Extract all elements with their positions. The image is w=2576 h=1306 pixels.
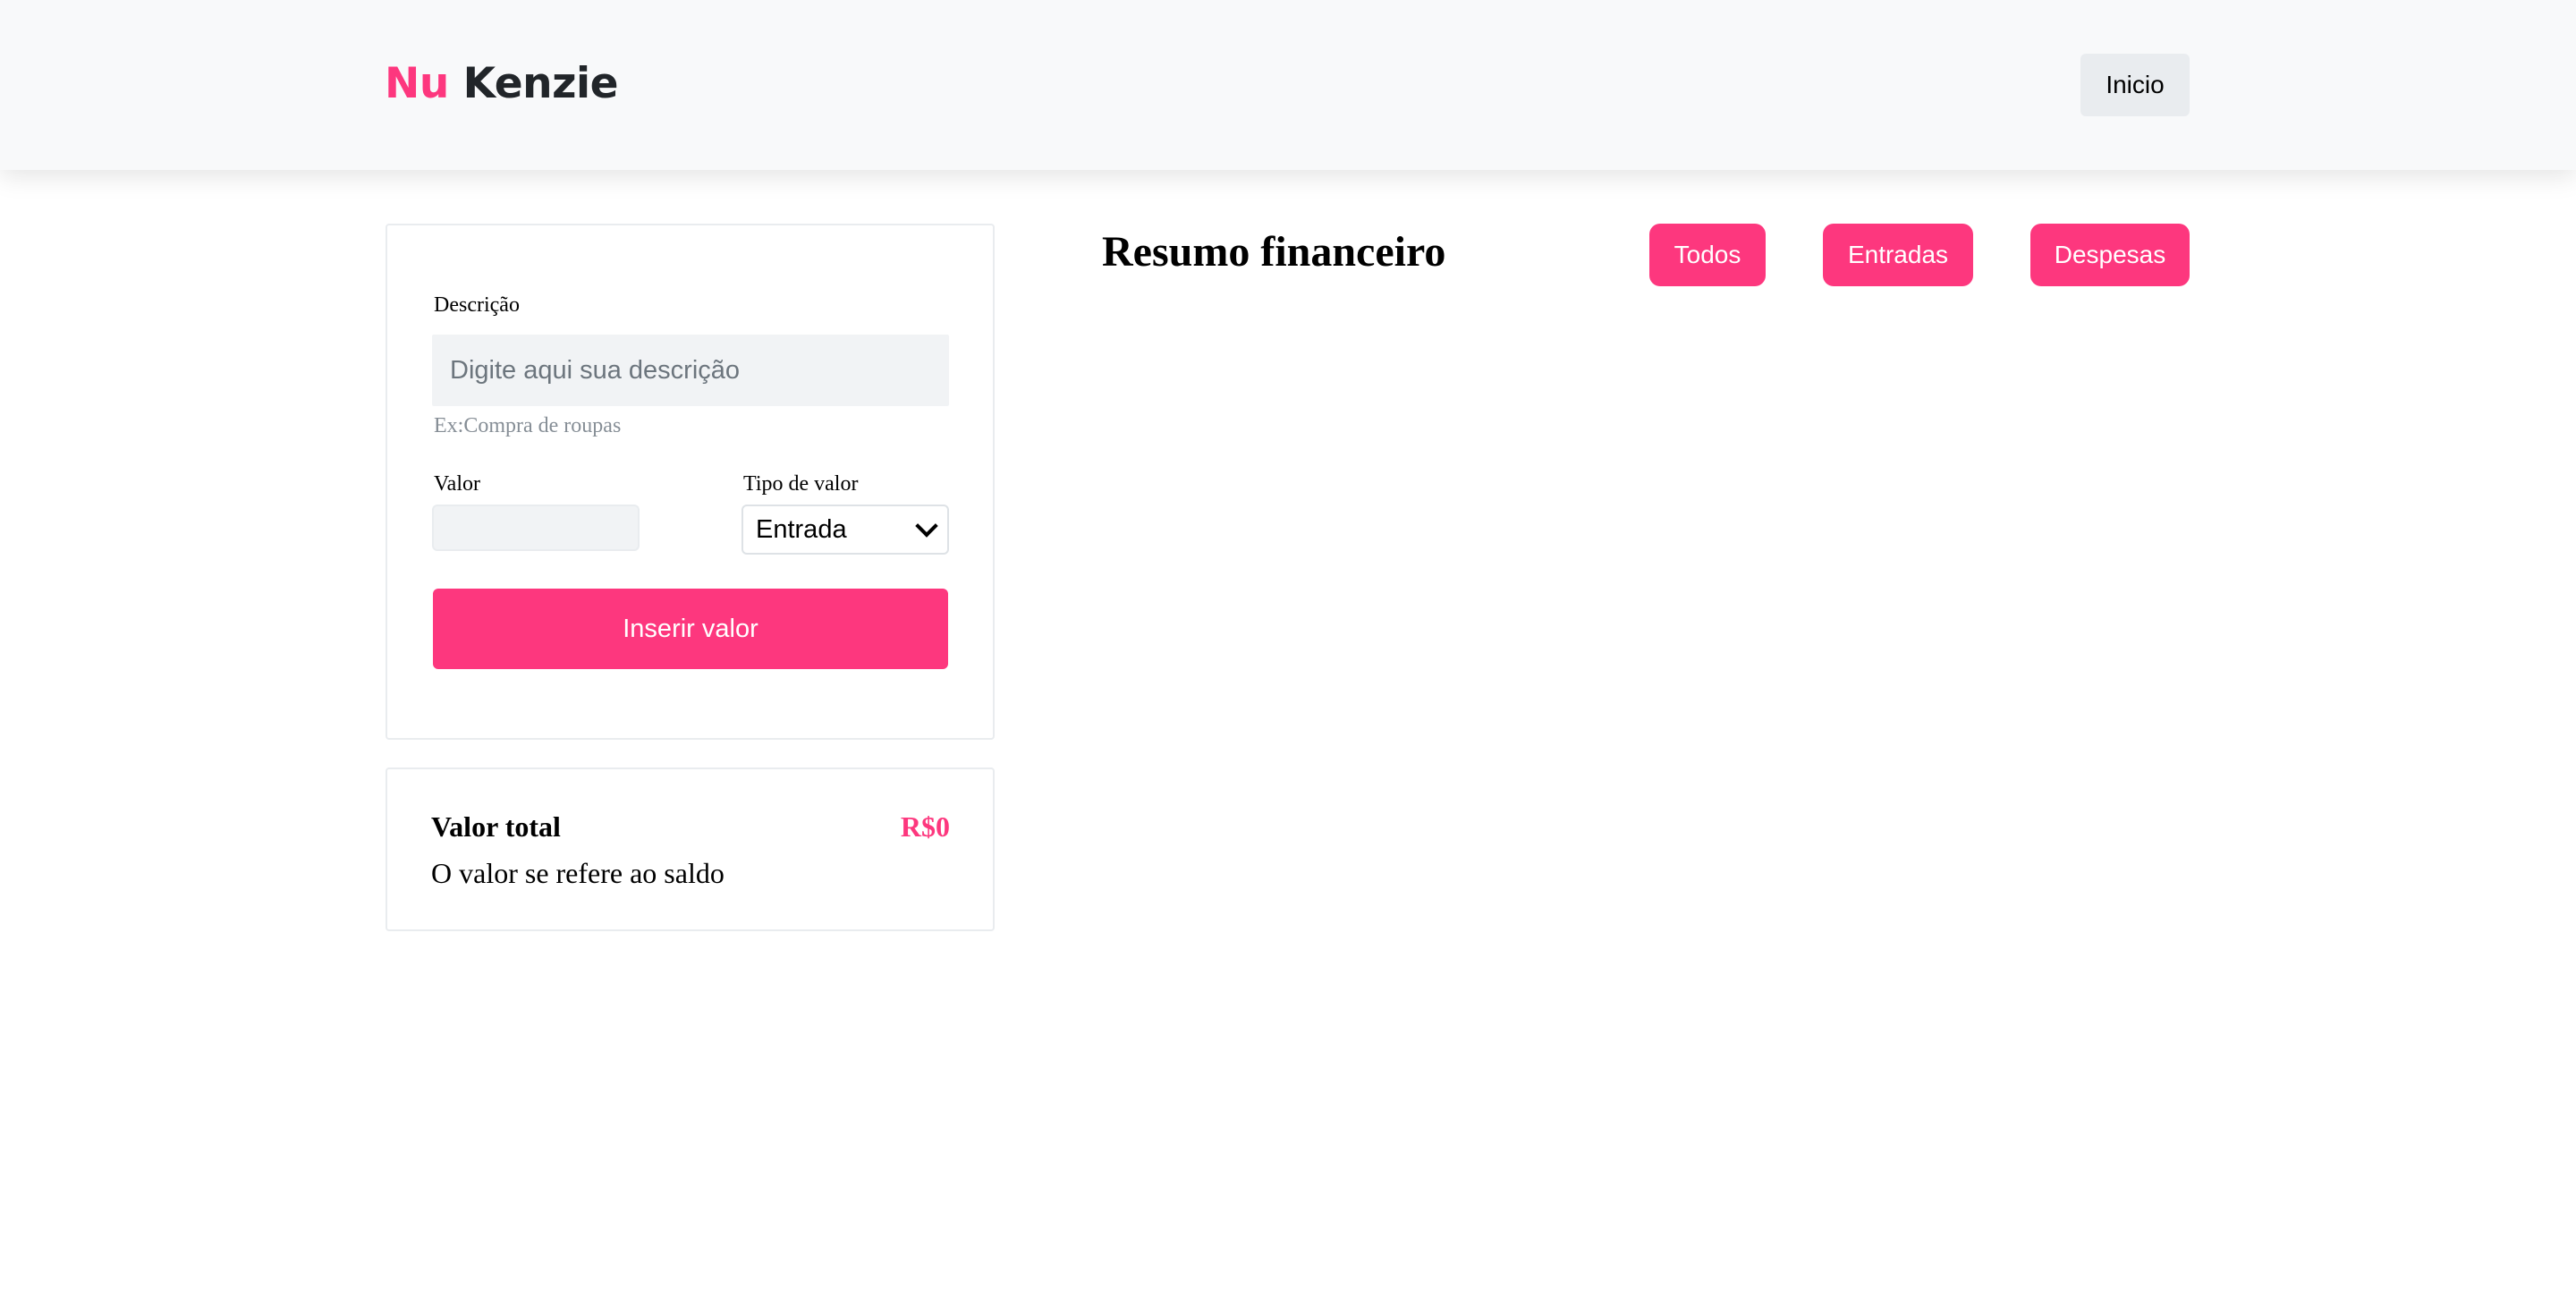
filter-expenses-button[interactable]: Despesas <box>2030 224 2190 286</box>
summary-title: Resumo financeiro <box>1102 228 1446 276</box>
total-subtitle: O valor se refere ao saldo <box>431 857 724 889</box>
chevron-down-icon <box>915 514 938 538</box>
type-select-value: Entrada <box>756 514 847 544</box>
type-select[interactable]: Entrada <box>741 505 949 555</box>
description-input[interactable] <box>432 335 949 406</box>
type-label: Tipo de valor <box>743 472 859 496</box>
total-card: Valor total R$0 O valor se refere ao sal… <box>386 767 995 931</box>
description-label: Descrição <box>434 293 520 317</box>
value-input[interactable] <box>432 505 640 551</box>
filter-all-button[interactable]: Todos <box>1649 224 1766 286</box>
logo: Nu Kenzie <box>385 57 618 111</box>
home-button[interactable]: Inicio <box>2080 54 2190 116</box>
entry-form-card: Descrição Ex:Compra de roupas Valor Tipo… <box>386 224 995 740</box>
total-title: Valor total <box>431 810 561 843</box>
value-label: Valor <box>434 472 480 496</box>
logo-kenzie: Kenzie <box>462 59 619 108</box>
insert-value-button[interactable]: Inserir valor <box>433 589 948 669</box>
filter-income-button[interactable]: Entradas <box>1823 224 1973 286</box>
logo-nu: Nu <box>385 59 449 108</box>
description-hint: Ex:Compra de roupas <box>434 414 622 437</box>
app-header: Nu Kenzie Inicio <box>0 0 2576 170</box>
total-amount: R$0 <box>900 810 950 843</box>
